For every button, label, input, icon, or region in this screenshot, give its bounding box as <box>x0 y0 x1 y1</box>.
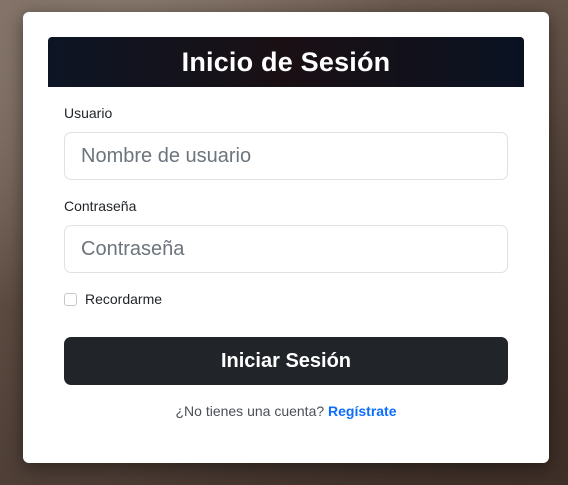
register-link[interactable]: Regístrate <box>328 403 396 419</box>
password-label: Contraseña <box>64 198 137 214</box>
login-header: Inicio de Sesión <box>48 37 524 87</box>
login-card: Inicio de Sesión Usuario Contraseña Reco… <box>23 12 549 463</box>
register-prompt-text: ¿No tienes una cuenta? <box>175 403 325 419</box>
username-input[interactable] <box>64 132 508 180</box>
username-label: Usuario <box>64 105 113 121</box>
remember-me[interactable]: Recordarme <box>64 291 162 307</box>
login-button[interactable]: Iniciar Sesión <box>64 337 508 385</box>
login-title: Inicio de Sesión <box>181 46 391 77</box>
remember-label: Recordarme <box>85 291 163 307</box>
password-input[interactable] <box>64 225 508 273</box>
remember-checkbox[interactable] <box>64 292 77 306</box>
register-prompt: ¿No tienes una cuenta? Regístrate <box>23 403 549 419</box>
